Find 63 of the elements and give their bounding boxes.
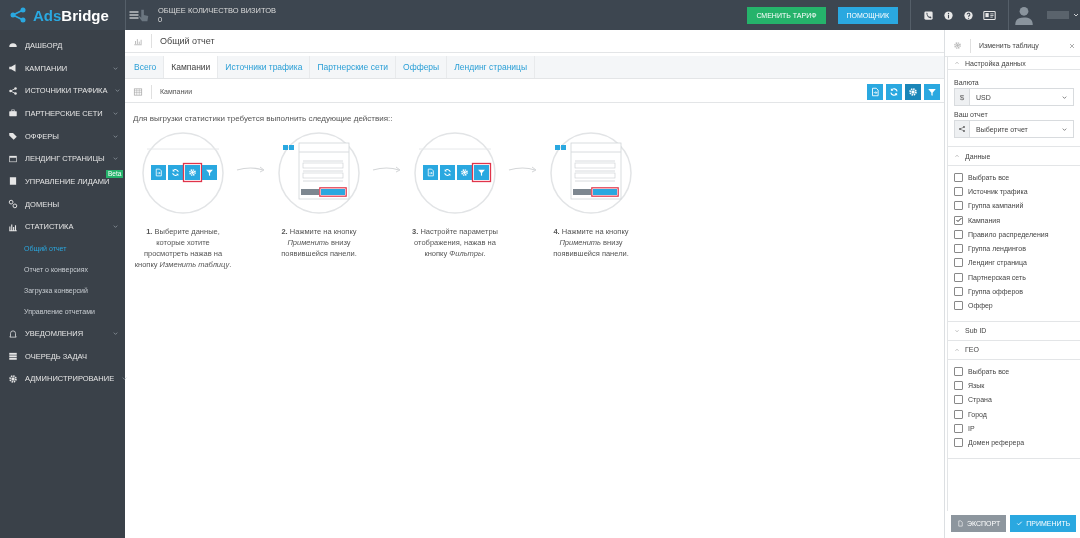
checkbox[interactable] <box>954 301 963 311</box>
tab[interactable]: Кампании <box>164 56 219 78</box>
checkbox[interactable] <box>954 287 963 296</box>
checkbox[interactable] <box>954 244 963 254</box>
bell-icon <box>8 328 18 339</box>
help-icon[interactable] <box>963 9 974 21</box>
phone-icon[interactable] <box>923 9 934 21</box>
checkbox[interactable] <box>954 380 963 390</box>
checkbox[interactable] <box>954 438 963 448</box>
avatar-icon[interactable] <box>1014 5 1034 25</box>
window-icon <box>8 153 18 164</box>
share-icon <box>958 125 966 133</box>
checkbox[interactable] <box>954 366 963 376</box>
link-icon <box>8 199 18 210</box>
share-icon <box>8 85 18 96</box>
file-icon <box>957 520 964 527</box>
logo-text: AdsBridge <box>33 6 109 24</box>
refresh-icon <box>889 86 899 97</box>
close-icon[interactable] <box>1068 41 1076 50</box>
chevron-icon <box>1061 93 1068 101</box>
checkbox[interactable] <box>954 395 963 405</box>
checkbox[interactable] <box>954 272 963 282</box>
chevron-icon[interactable] <box>121 375 129 383</box>
checkbox[interactable] <box>954 186 963 196</box>
megaphone-icon <box>8 63 18 74</box>
settings-icon <box>8 373 18 384</box>
briefcase-icon <box>8 108 18 119</box>
settings-icon <box>908 86 918 97</box>
tag-icon <box>8 131 18 142</box>
checkbox[interactable] <box>954 229 963 239</box>
checkbox[interactable] <box>954 409 963 419</box>
currency-addon: $ <box>955 89 970 105</box>
arrow-icon <box>372 165 402 173</box>
username-block <box>1047 11 1069 19</box>
check-icon <box>954 216 963 225</box>
arrow-icon <box>236 165 266 173</box>
checkbox[interactable] <box>954 201 963 211</box>
page-title: Общий отчет <box>160 36 215 46</box>
instructions-text: Для выгрузки статистики требуется выполнить следующие действия:: <box>133 114 394 123</box>
check-icon <box>1016 520 1024 527</box>
refresh-button[interactable] <box>886 83 902 100</box>
export-button[interactable] <box>867 83 883 100</box>
list-icon <box>8 351 18 362</box>
checkbox[interactable] <box>954 258 963 268</box>
id-card-icon[interactable] <box>983 8 996 22</box>
checkbox[interactable] <box>954 172 963 182</box>
file-export-icon <box>870 86 880 97</box>
chevron-icon <box>1061 125 1068 133</box>
bar-chart-icon <box>133 36 143 46</box>
settings-icon <box>953 41 962 50</box>
filter-icon <box>927 86 937 97</box>
settings-button[interactable] <box>905 83 921 100</box>
menu-icon[interactable] <box>127 9 140 21</box>
filter-button[interactable] <box>924 83 940 100</box>
info-icon[interactable] <box>943 9 954 21</box>
caret-icon[interactable] <box>1072 11 1080 19</box>
table-icon <box>133 86 143 97</box>
bridge-logo-icon <box>8 5 28 25</box>
arrow-icon <box>508 165 538 173</box>
checkbox[interactable] <box>954 215 963 225</box>
pointer-icon <box>136 8 150 22</box>
checkbox[interactable] <box>954 423 963 433</box>
document-icon <box>8 176 18 187</box>
